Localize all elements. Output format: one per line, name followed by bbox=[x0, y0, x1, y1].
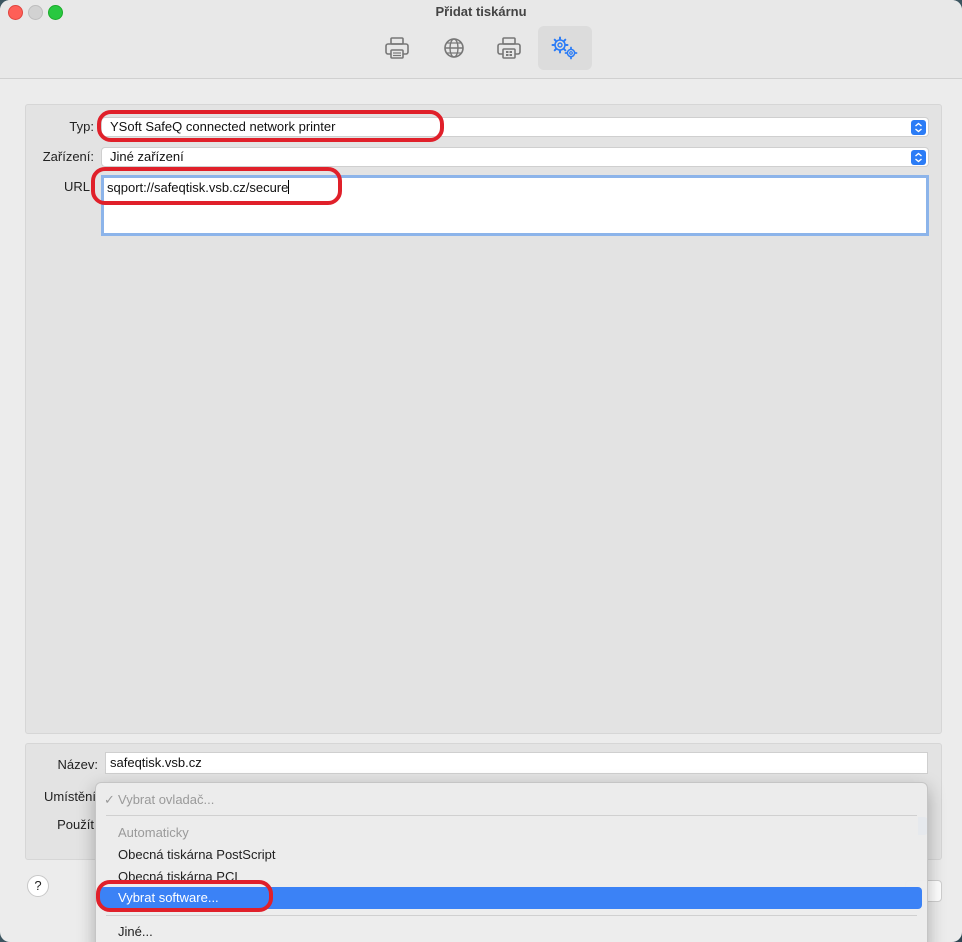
toolbar-ip-printer[interactable] bbox=[427, 26, 481, 70]
name-label: Název: bbox=[57, 757, 98, 772]
name-field[interactable]: safeqtisk.vsb.cz bbox=[105, 752, 928, 774]
menu-separator bbox=[106, 815, 917, 816]
menu-item-choose-driver: Vybrat ovladač... bbox=[118, 792, 215, 807]
help-button[interactable]: ? bbox=[27, 875, 49, 897]
titlebar: Přidat tiskárnu bbox=[0, 0, 962, 79]
chevron-updown-icon bbox=[911, 150, 926, 165]
menu-item-other[interactable]: Jiné... bbox=[118, 924, 153, 939]
toolbar-advanced[interactable] bbox=[538, 26, 592, 70]
annotation-highlight-url bbox=[91, 167, 342, 205]
use-label: Použít bbox=[57, 817, 94, 832]
device-label: Zařízení: bbox=[42, 149, 94, 164]
annotation-highlight-select-software bbox=[96, 880, 273, 912]
globe-icon bbox=[444, 38, 464, 58]
window-title: Přidat tiskárnu bbox=[435, 4, 527, 19]
device-popup[interactable]: Jiné zařízení bbox=[101, 147, 929, 167]
device-value: Jiné zařízení bbox=[110, 149, 184, 164]
type-label: Typ: bbox=[69, 119, 94, 134]
chevron-updown-icon bbox=[911, 120, 926, 135]
url-label: URL bbox=[63, 179, 90, 194]
checkmark-icon: ✓ bbox=[104, 792, 115, 807]
gears-icon bbox=[551, 36, 578, 60]
printer-windows-icon bbox=[497, 37, 521, 59]
menu-item-automatic: Automaticky bbox=[118, 825, 189, 840]
printer-icon bbox=[385, 37, 409, 59]
toolbar-windows-printer[interactable] bbox=[482, 26, 536, 70]
driver-menu: ✓ Vybrat ovladač... Automaticky Obecná t… bbox=[95, 782, 928, 942]
toolbar-default-printer[interactable] bbox=[370, 26, 424, 70]
add-printer-window: Přidat tiskárnu Typ: YSoft SafeQ connect… bbox=[0, 0, 962, 942]
annotation-highlight-type bbox=[97, 110, 444, 142]
menu-separator bbox=[106, 915, 917, 916]
menu-item-generic-postscript[interactable]: Obecná tiskárna PostScript bbox=[118, 847, 276, 862]
location-label: Umístění bbox=[43, 789, 96, 804]
